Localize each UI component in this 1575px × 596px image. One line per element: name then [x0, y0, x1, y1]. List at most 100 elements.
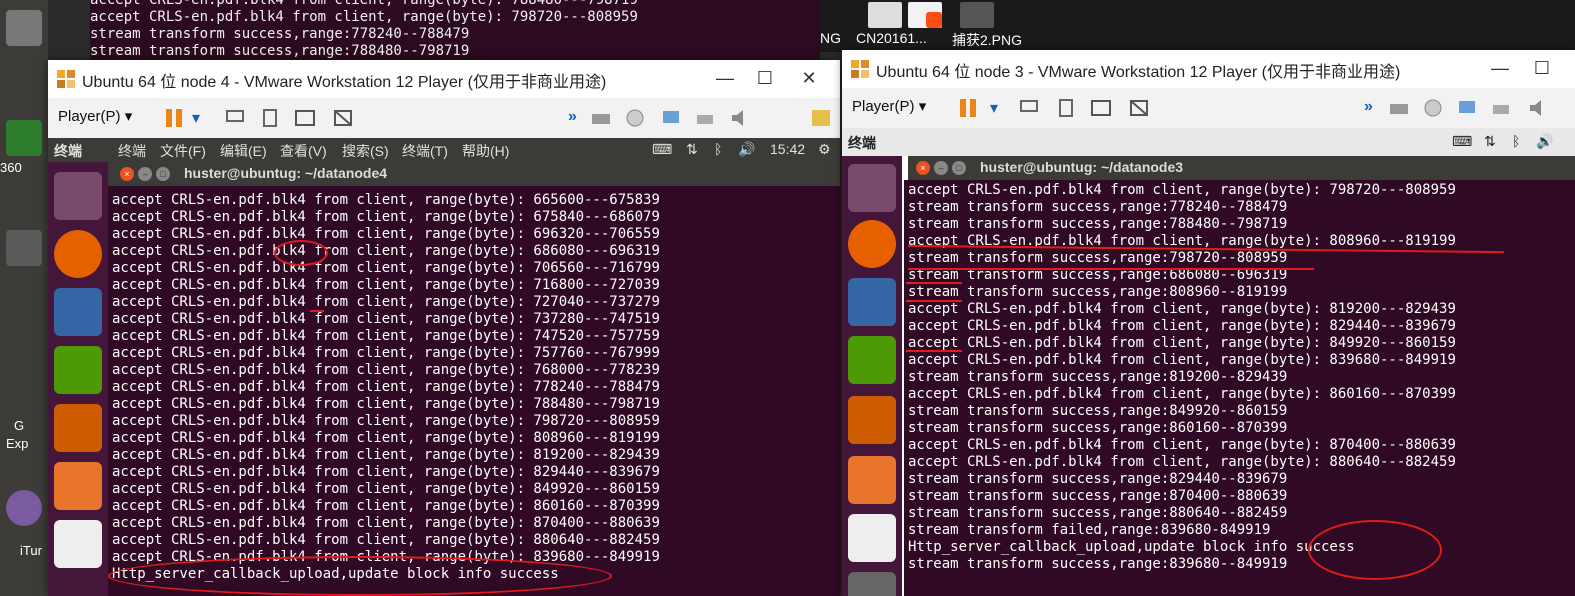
impress-icon[interactable]: [848, 396, 896, 444]
menu-file[interactable]: 文件(F): [160, 141, 206, 161]
file-label[interactable]: CN20161...: [856, 30, 927, 46]
hard-disk-icon[interactable]: [1388, 98, 1410, 118]
terminal-line: stream transform success,range:778240--7…: [908, 199, 1288, 215]
calc-icon[interactable]: [54, 346, 102, 394]
menu-search[interactable]: 搜索(S): [342, 141, 389, 161]
maximize-button[interactable]: ☐: [1527, 54, 1557, 82]
terminal-line: accept CRLS-en.pdf.blk4 from client, ran…: [112, 464, 660, 480]
menu-help[interactable]: 帮助(H): [462, 141, 509, 161]
terminal-output[interactable]: accept CRLS-en.pdf.blk4 from client, ran…: [904, 180, 1575, 596]
volume-icon[interactable]: 🔊: [1536, 133, 1553, 150]
file-thumbnail[interactable]: [908, 2, 942, 28]
close-button[interactable]: ✕: [794, 64, 824, 92]
ubuntu-logo-icon[interactable]: [54, 172, 102, 220]
sound-icon[interactable]: [728, 108, 750, 128]
ubuntu-launcher: [842, 156, 902, 596]
double-chevron-right-icon[interactable]: »: [1364, 98, 1386, 118]
maximize-button[interactable]: ☐: [750, 64, 780, 92]
calc-icon[interactable]: [848, 336, 896, 384]
amazon-icon[interactable]: [848, 514, 896, 562]
vmware-logo-icon: [850, 59, 870, 79]
pause-icon[interactable]: [164, 108, 186, 128]
network-arrows-icon[interactable]: ⇅: [686, 141, 698, 158]
volume-icon[interactable]: 🔊: [738, 141, 755, 158]
printer-icon[interactable]: [694, 108, 716, 128]
file-thumbnail[interactable]: [960, 2, 994, 28]
firefox-icon[interactable]: [848, 220, 896, 268]
terminal-output[interactable]: accept CRLS-en.pdf.blk4 from client, ran…: [108, 186, 840, 596]
terminal-line: accept CRLS-en.pdf.blk4 from client, ran…: [112, 226, 660, 242]
fullscreen-icon[interactable]: [294, 108, 316, 128]
software-center-icon[interactable]: [54, 462, 102, 510]
player-menu-button[interactable]: Player(P) ▾: [58, 107, 132, 125]
settings-gear-icon[interactable]: ⚙: [818, 141, 831, 158]
network-icon[interactable]: [224, 108, 246, 128]
app-icon[interactable]: [6, 120, 42, 156]
terminal-line: stream transform success,range:819200--8…: [908, 369, 1288, 385]
keyboard-icon[interactable]: ⌨: [1452, 133, 1472, 150]
player-menu-label: Player(P): [852, 98, 915, 115]
minimize-button[interactable]: —: [710, 64, 740, 92]
player-menu-button[interactable]: Player(P) ▾: [852, 97, 926, 115]
cd-icon[interactable]: [1422, 98, 1444, 118]
vm-window-node3: Ubuntu 64 位 node 3 - VMware Workstation …: [842, 50, 1575, 596]
ubuntu-logo-icon[interactable]: [848, 164, 896, 212]
send-file-icon[interactable]: [1056, 98, 1078, 118]
app-icon[interactable]: [6, 230, 42, 266]
terminal-line: accept CRLS-en.pdf.blk4 from client, ran…: [908, 386, 1456, 402]
minimize-icon[interactable]: –: [934, 161, 948, 175]
fullscreen-icon[interactable]: [1090, 98, 1112, 118]
printer-icon[interactable]: [1490, 98, 1512, 118]
menu-view[interactable]: 查看(V): [280, 141, 327, 161]
network-arrows-icon[interactable]: ⇅: [1484, 133, 1496, 150]
software-center-icon[interactable]: [848, 456, 896, 504]
file-thumbnail[interactable]: [868, 2, 902, 28]
bluetooth-icon[interactable]: ᛒ: [1512, 133, 1520, 149]
bluetooth-icon[interactable]: ᛒ: [714, 141, 722, 157]
terminal-line: accept CRLS-en.pdf.blk4 from client, ran…: [908, 318, 1456, 334]
hard-disk-icon[interactable]: [590, 108, 612, 128]
archive-icon[interactable]: [6, 10, 42, 46]
settings-icon[interactable]: [848, 572, 896, 596]
vm-titlebar: Ubuntu 64 位 node 3 - VMware Workstation …: [842, 50, 1575, 88]
terminal-line: stream transform success,range:686080--6…: [908, 267, 1288, 283]
pause-icon[interactable]: [958, 98, 980, 118]
maximize-icon[interactable]: □: [952, 161, 966, 175]
chevron-down-icon[interactable]: ▾: [192, 108, 214, 128]
terminal-line: stream transform failed,range:839680-849…: [908, 522, 1271, 538]
message-icon[interactable]: [810, 108, 832, 128]
impress-icon[interactable]: [54, 404, 102, 452]
menu-terminal-t[interactable]: 终端(T): [402, 141, 448, 161]
amazon-icon[interactable]: [54, 520, 102, 568]
terminal-line: accept CRLS-en.pdf.blk4 from client, ran…: [90, 0, 638, 8]
cd-icon[interactable]: [624, 108, 646, 128]
menu-edit[interactable]: 编辑(E): [220, 141, 267, 161]
sound-icon[interactable]: [1526, 98, 1548, 118]
unity-icon[interactable]: [1128, 98, 1150, 118]
vm-window-node4: Ubuntu 64 位 node 4 - VMware Workstation …: [48, 60, 840, 596]
send-file-icon[interactable]: [260, 108, 282, 128]
network-adapter-icon[interactable]: [1456, 98, 1478, 118]
maximize-icon[interactable]: □: [156, 167, 170, 181]
chevron-down-icon[interactable]: ▾: [990, 98, 1012, 118]
network-icon[interactable]: [1018, 98, 1040, 118]
unity-icon[interactable]: [332, 108, 354, 128]
close-icon[interactable]: ×: [120, 167, 134, 181]
network-adapter-icon[interactable]: [660, 108, 682, 128]
terminal-line: accept CRLS-en.pdf.blk4 from client, ran…: [112, 413, 660, 429]
writer-icon[interactable]: [54, 288, 102, 336]
menu-terminal[interactable]: 终端: [118, 141, 146, 161]
minimize-icon[interactable]: –: [138, 167, 152, 181]
terminal-line: accept CRLS-en.pdf.blk4 from client, ran…: [908, 335, 1456, 351]
keyboard-icon[interactable]: ⌨: [652, 141, 672, 158]
itunes-icon[interactable]: [6, 490, 42, 526]
terminal-line: accept CRLS-en.pdf.blk4 from client, ran…: [112, 532, 660, 548]
file-label[interactable]: NG: [820, 30, 841, 46]
terminal-line: stream transform success,range:778240--7…: [90, 26, 470, 42]
writer-icon[interactable]: [848, 278, 896, 326]
double-chevron-right-icon[interactable]: »: [568, 108, 590, 128]
file-label[interactable]: 捕获2.PNG: [952, 30, 1022, 50]
firefox-icon[interactable]: [54, 230, 102, 278]
minimize-button[interactable]: —: [1485, 54, 1515, 82]
close-icon[interactable]: ×: [916, 161, 930, 175]
